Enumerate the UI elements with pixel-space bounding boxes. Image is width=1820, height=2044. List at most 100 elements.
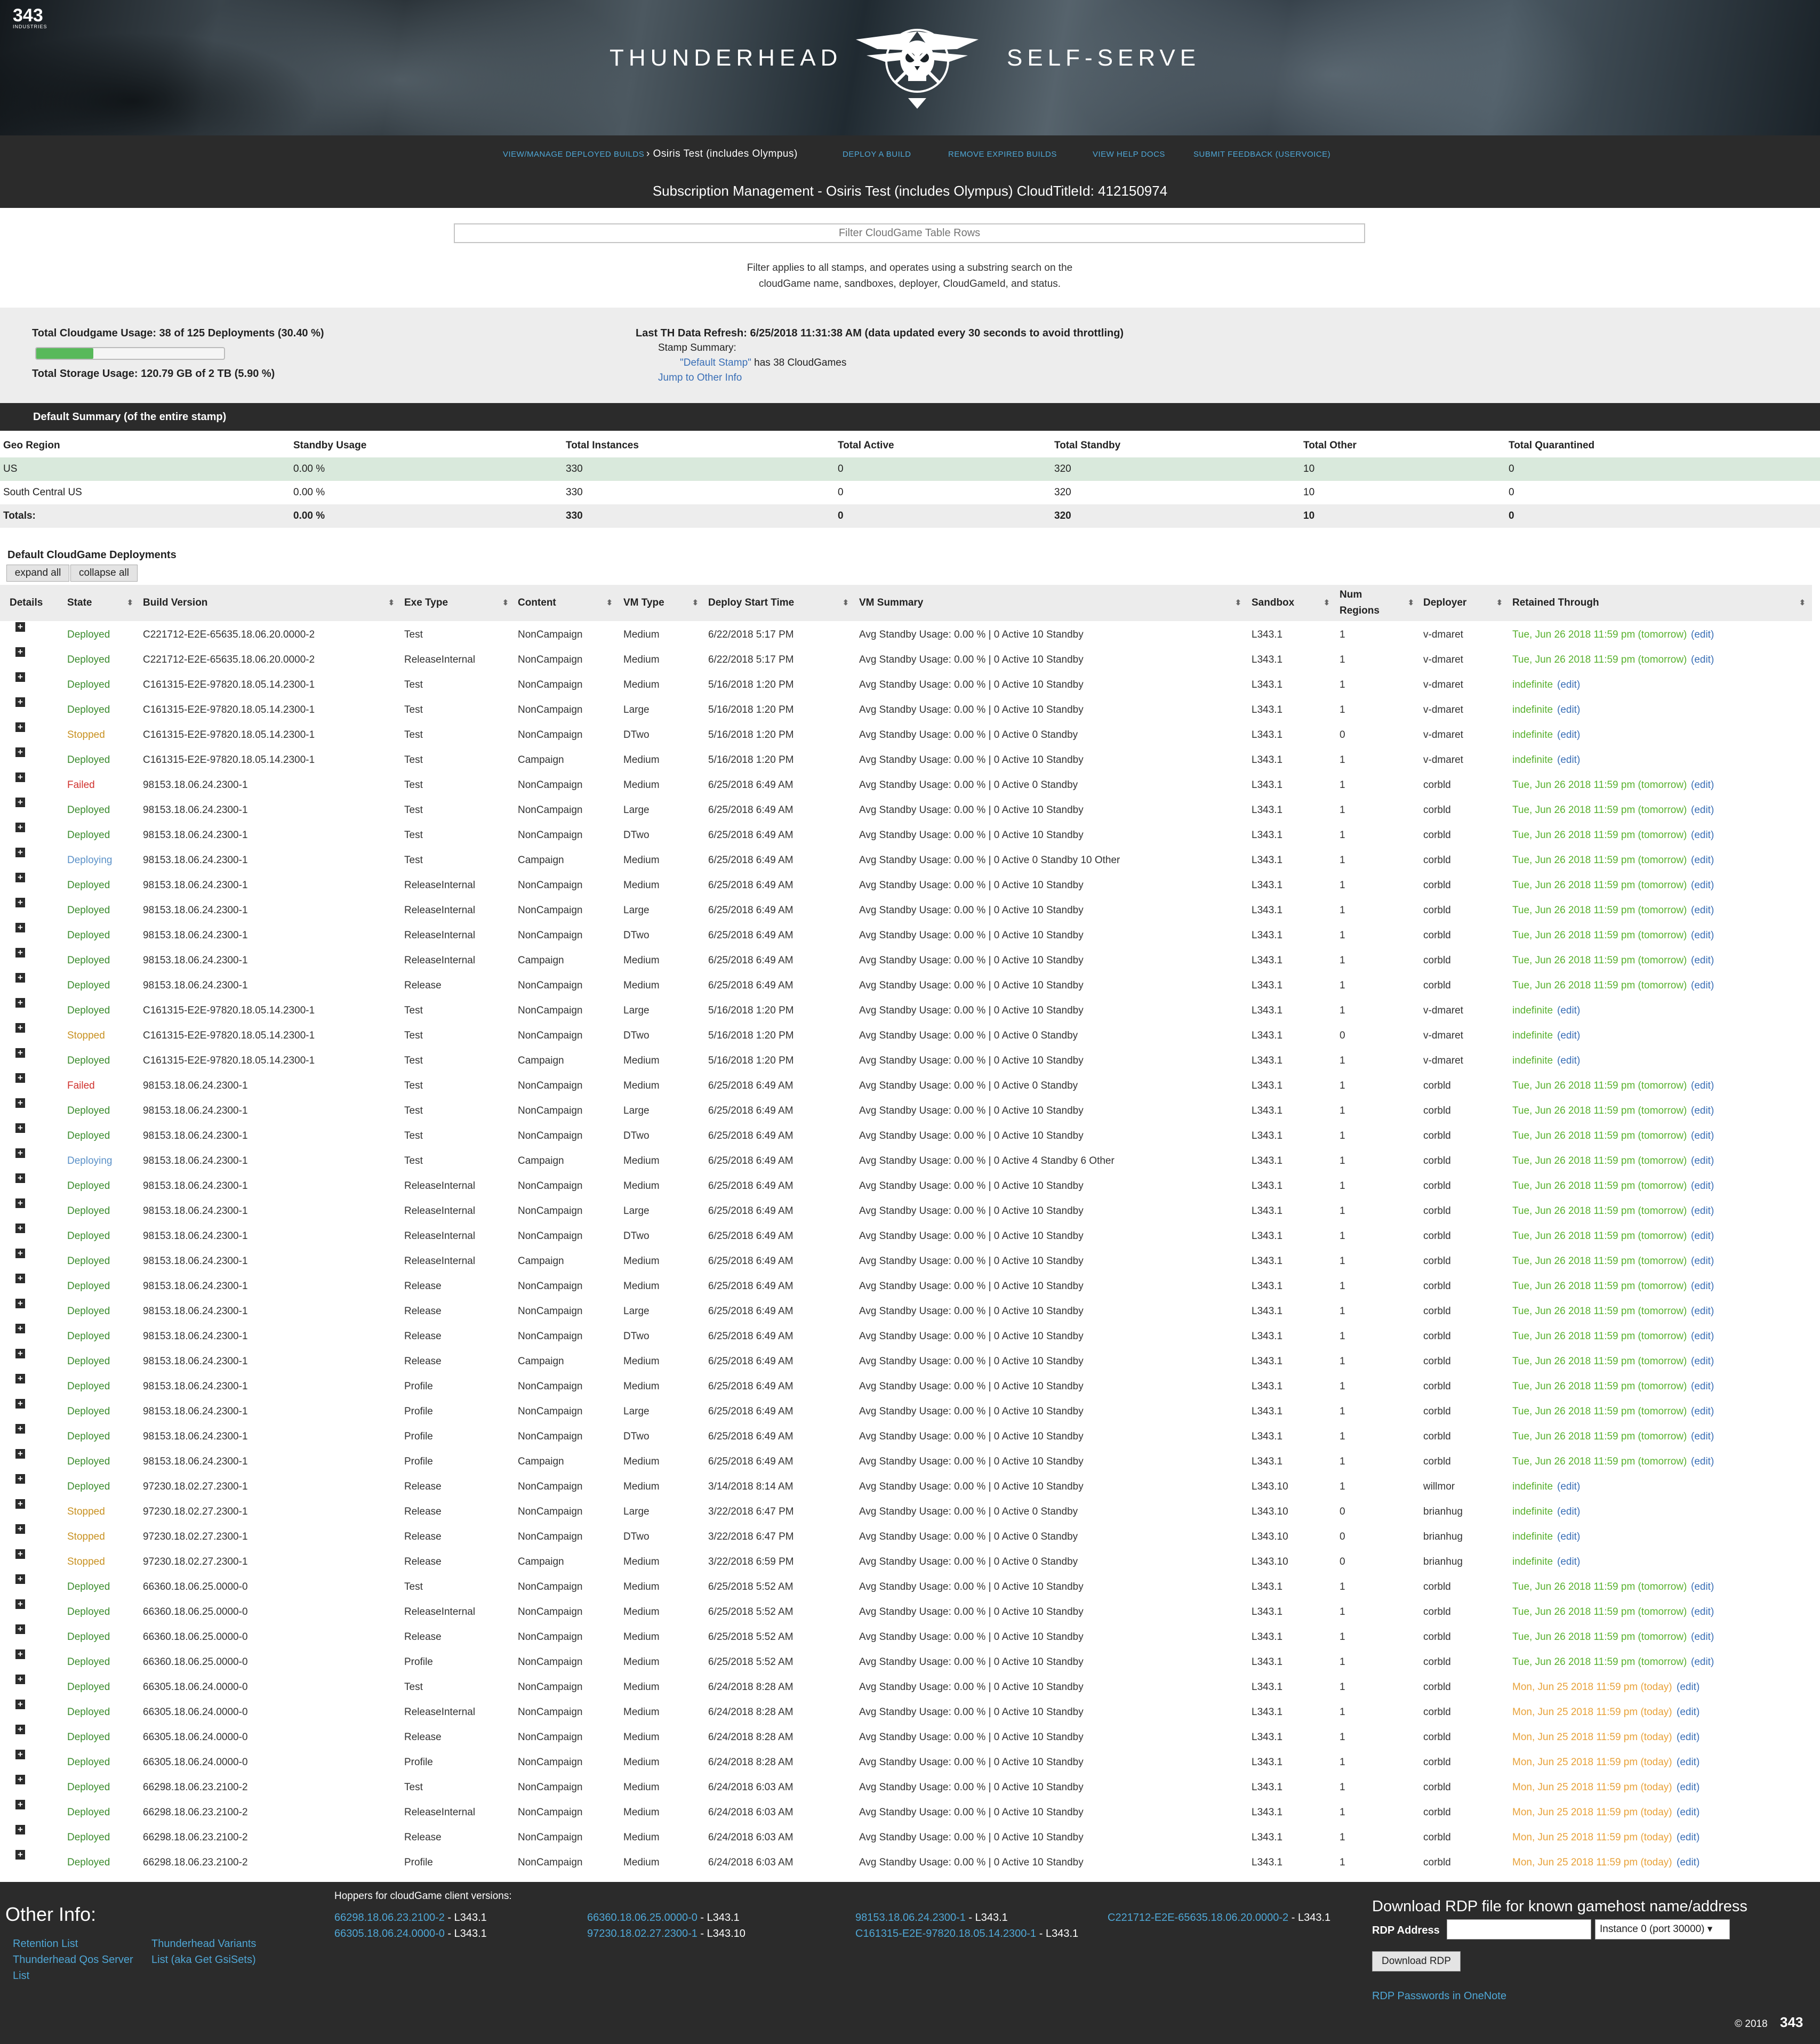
expand-details-icon[interactable]: + [15, 1750, 25, 1759]
col-header-regions[interactable]: Regions [1340, 605, 1380, 617]
edit-retention-link[interactable]: (edit) [1677, 1700, 1699, 1725]
sort-arrows-icon[interactable]: ⬍ [1235, 598, 1241, 607]
rdp-address-input[interactable] [1447, 1919, 1591, 1940]
expand-details-icon[interactable]: + [15, 1073, 25, 1083]
edit-retention-link[interactable]: (edit) [1691, 772, 1714, 798]
edit-retention-link[interactable]: (edit) [1557, 1474, 1580, 1499]
expand-details-icon[interactable]: + [15, 1725, 25, 1734]
rdp-instance-select[interactable]: Instance 0 (port 30000) ▾ [1595, 1919, 1730, 1940]
hopper-version-link[interactable]: 66360.18.06.25.0000-0 [587, 1912, 697, 1924]
expand-details-icon[interactable]: + [15, 798, 25, 807]
expand-details-icon[interactable]: + [15, 1424, 25, 1434]
col-header-vm-summary[interactable]: VM Summary [859, 597, 923, 609]
expand-details-icon[interactable]: + [15, 1173, 25, 1183]
edit-retention-link[interactable]: (edit) [1691, 1073, 1714, 1098]
edit-retention-link[interactable]: (edit) [1691, 1424, 1714, 1449]
sort-arrows-icon[interactable]: ⬍ [388, 598, 395, 607]
expand-details-icon[interactable]: + [15, 1123, 25, 1133]
hopper-version-link[interactable]: 66298.18.06.23.2100-2 [334, 1912, 445, 1924]
edit-retention-link[interactable]: (edit) [1677, 1825, 1699, 1850]
thunderhead-variants-link[interactable]: Thunderhead Variants [151, 1938, 256, 1950]
nav-feedback-link[interactable]: SUBMIT FEEDBACK (USERVOICE) [1193, 150, 1330, 159]
expand-details-icon[interactable]: + [15, 898, 25, 907]
edit-retention-link[interactable]: (edit) [1557, 1499, 1580, 1524]
edit-retention-link[interactable]: (edit) [1691, 1574, 1714, 1599]
sort-arrows-icon[interactable]: ⬍ [606, 598, 613, 607]
expand-details-icon[interactable]: + [15, 1549, 25, 1559]
edit-retention-link[interactable]: (edit) [1557, 998, 1580, 1023]
edit-retention-link[interactable]: (edit) [1691, 898, 1714, 923]
edit-retention-link[interactable]: (edit) [1691, 1274, 1714, 1299]
edit-retention-link[interactable]: (edit) [1691, 1599, 1714, 1624]
expand-details-icon[interactable]: + [15, 823, 25, 832]
343-logo[interactable]: 343 INDUSTRIES [13, 6, 47, 29]
sort-arrows-icon[interactable]: ⬍ [1496, 598, 1503, 607]
col-header-deploy-start-time[interactable]: Deploy Start Time [708, 597, 794, 609]
edit-retention-link[interactable]: (edit) [1691, 1374, 1714, 1399]
sort-arrows-icon[interactable]: ⬍ [502, 598, 509, 607]
hopper-version-link[interactable]: C161315-E2E-97820.18.05.14.2300-1 [855, 1928, 1036, 1940]
nav-view-manage-link[interactable]: VIEW/MANAGE DEPLOYED BUILDS [503, 150, 644, 159]
expand-details-icon[interactable]: + [15, 772, 25, 782]
edit-retention-link[interactable]: (edit) [1691, 1399, 1714, 1424]
rdp-passwords-link[interactable]: RDP Passwords in OneNote [1372, 1990, 1506, 2002]
expand-details-icon[interactable]: + [15, 1374, 25, 1383]
expand-details-icon[interactable]: + [15, 1800, 25, 1809]
expand-details-icon[interactable]: + [15, 1574, 25, 1584]
col-header-deployer[interactable]: Deployer [1423, 597, 1466, 609]
edit-retention-link[interactable]: (edit) [1691, 1324, 1714, 1349]
edit-retention-link[interactable]: (edit) [1677, 1750, 1699, 1775]
edit-retention-link[interactable]: (edit) [1557, 1524, 1580, 1549]
expand-details-icon[interactable]: + [15, 1599, 25, 1609]
edit-retention-link[interactable]: (edit) [1691, 1449, 1714, 1474]
expand-details-icon[interactable]: + [15, 1048, 25, 1058]
edit-retention-link[interactable]: (edit) [1677, 1850, 1699, 1875]
edit-retention-link[interactable]: (edit) [1691, 1299, 1714, 1324]
sort-arrows-icon[interactable]: ⬍ [1324, 598, 1330, 607]
expand-details-icon[interactable]: + [15, 747, 25, 757]
nav-help-docs-link[interactable]: VIEW HELP DOCS [1093, 150, 1165, 159]
edit-retention-link[interactable]: (edit) [1691, 1349, 1714, 1374]
expand-details-icon[interactable]: + [15, 1675, 25, 1684]
edit-retention-link[interactable]: (edit) [1691, 1249, 1714, 1274]
edit-retention-link[interactable]: (edit) [1557, 1549, 1580, 1574]
edit-retention-link[interactable]: (edit) [1557, 722, 1580, 747]
jump-other-info-anchor[interactable]: Jump to Other Info [658, 372, 742, 383]
edit-retention-link[interactable]: (edit) [1691, 848, 1714, 873]
expand-details-icon[interactable]: + [15, 672, 25, 682]
expand-details-icon[interactable]: + [15, 1850, 25, 1860]
col-header-sandbox[interactable]: Sandbox [1252, 597, 1294, 609]
edit-retention-link[interactable]: (edit) [1677, 1775, 1699, 1800]
edit-retention-link[interactable]: (edit) [1691, 948, 1714, 973]
hopper-version-link[interactable]: C221712-E2E-65635.18.06.20.0000-2 [1108, 1912, 1288, 1924]
jump-other-info-link[interactable]: Jump to Other Info [658, 372, 742, 384]
edit-retention-link[interactable]: (edit) [1691, 622, 1714, 647]
expand-details-icon[interactable]: + [15, 1249, 25, 1258]
expand-details-icon[interactable]: + [15, 1399, 25, 1409]
expand-details-icon[interactable]: + [15, 622, 25, 632]
expand-details-icon[interactable]: + [15, 1775, 25, 1784]
sort-arrows-icon[interactable]: ⬍ [127, 598, 133, 607]
sort-arrows-icon[interactable]: ⬍ [1799, 598, 1806, 607]
expand-details-icon[interactable]: + [15, 873, 25, 882]
col-header-content[interactable]: Content [518, 597, 556, 609]
expand-details-icon[interactable]: + [15, 1349, 25, 1358]
expand-details-icon[interactable]: + [15, 1098, 25, 1108]
edit-retention-link[interactable]: (edit) [1691, 1148, 1714, 1173]
expand-details-icon[interactable]: + [15, 923, 25, 932]
expand-details-icon[interactable]: + [15, 1524, 25, 1534]
expand-details-icon[interactable]: + [15, 998, 25, 1008]
edit-retention-link[interactable]: (edit) [1691, 973, 1714, 998]
default-stamp-link[interactable]: "Default Stamp" [680, 357, 751, 368]
edit-retention-link[interactable]: (edit) [1691, 1098, 1714, 1123]
expand-details-icon[interactable]: + [15, 1700, 25, 1709]
edit-retention-link[interactable]: (edit) [1677, 1675, 1699, 1700]
expand-details-icon[interactable]: + [15, 1624, 25, 1634]
qos-server-list-link[interactable]: Thunderhead Qos Server [13, 1954, 133, 1966]
edit-retention-link[interactable]: (edit) [1677, 1725, 1699, 1750]
expand-details-icon[interactable]: + [15, 1148, 25, 1158]
expand-details-icon[interactable]: + [15, 1198, 25, 1208]
edit-retention-link[interactable]: (edit) [1691, 1624, 1714, 1649]
expand-details-icon[interactable]: + [15, 1274, 25, 1283]
col-header-build-version[interactable]: Build Version [143, 597, 207, 609]
